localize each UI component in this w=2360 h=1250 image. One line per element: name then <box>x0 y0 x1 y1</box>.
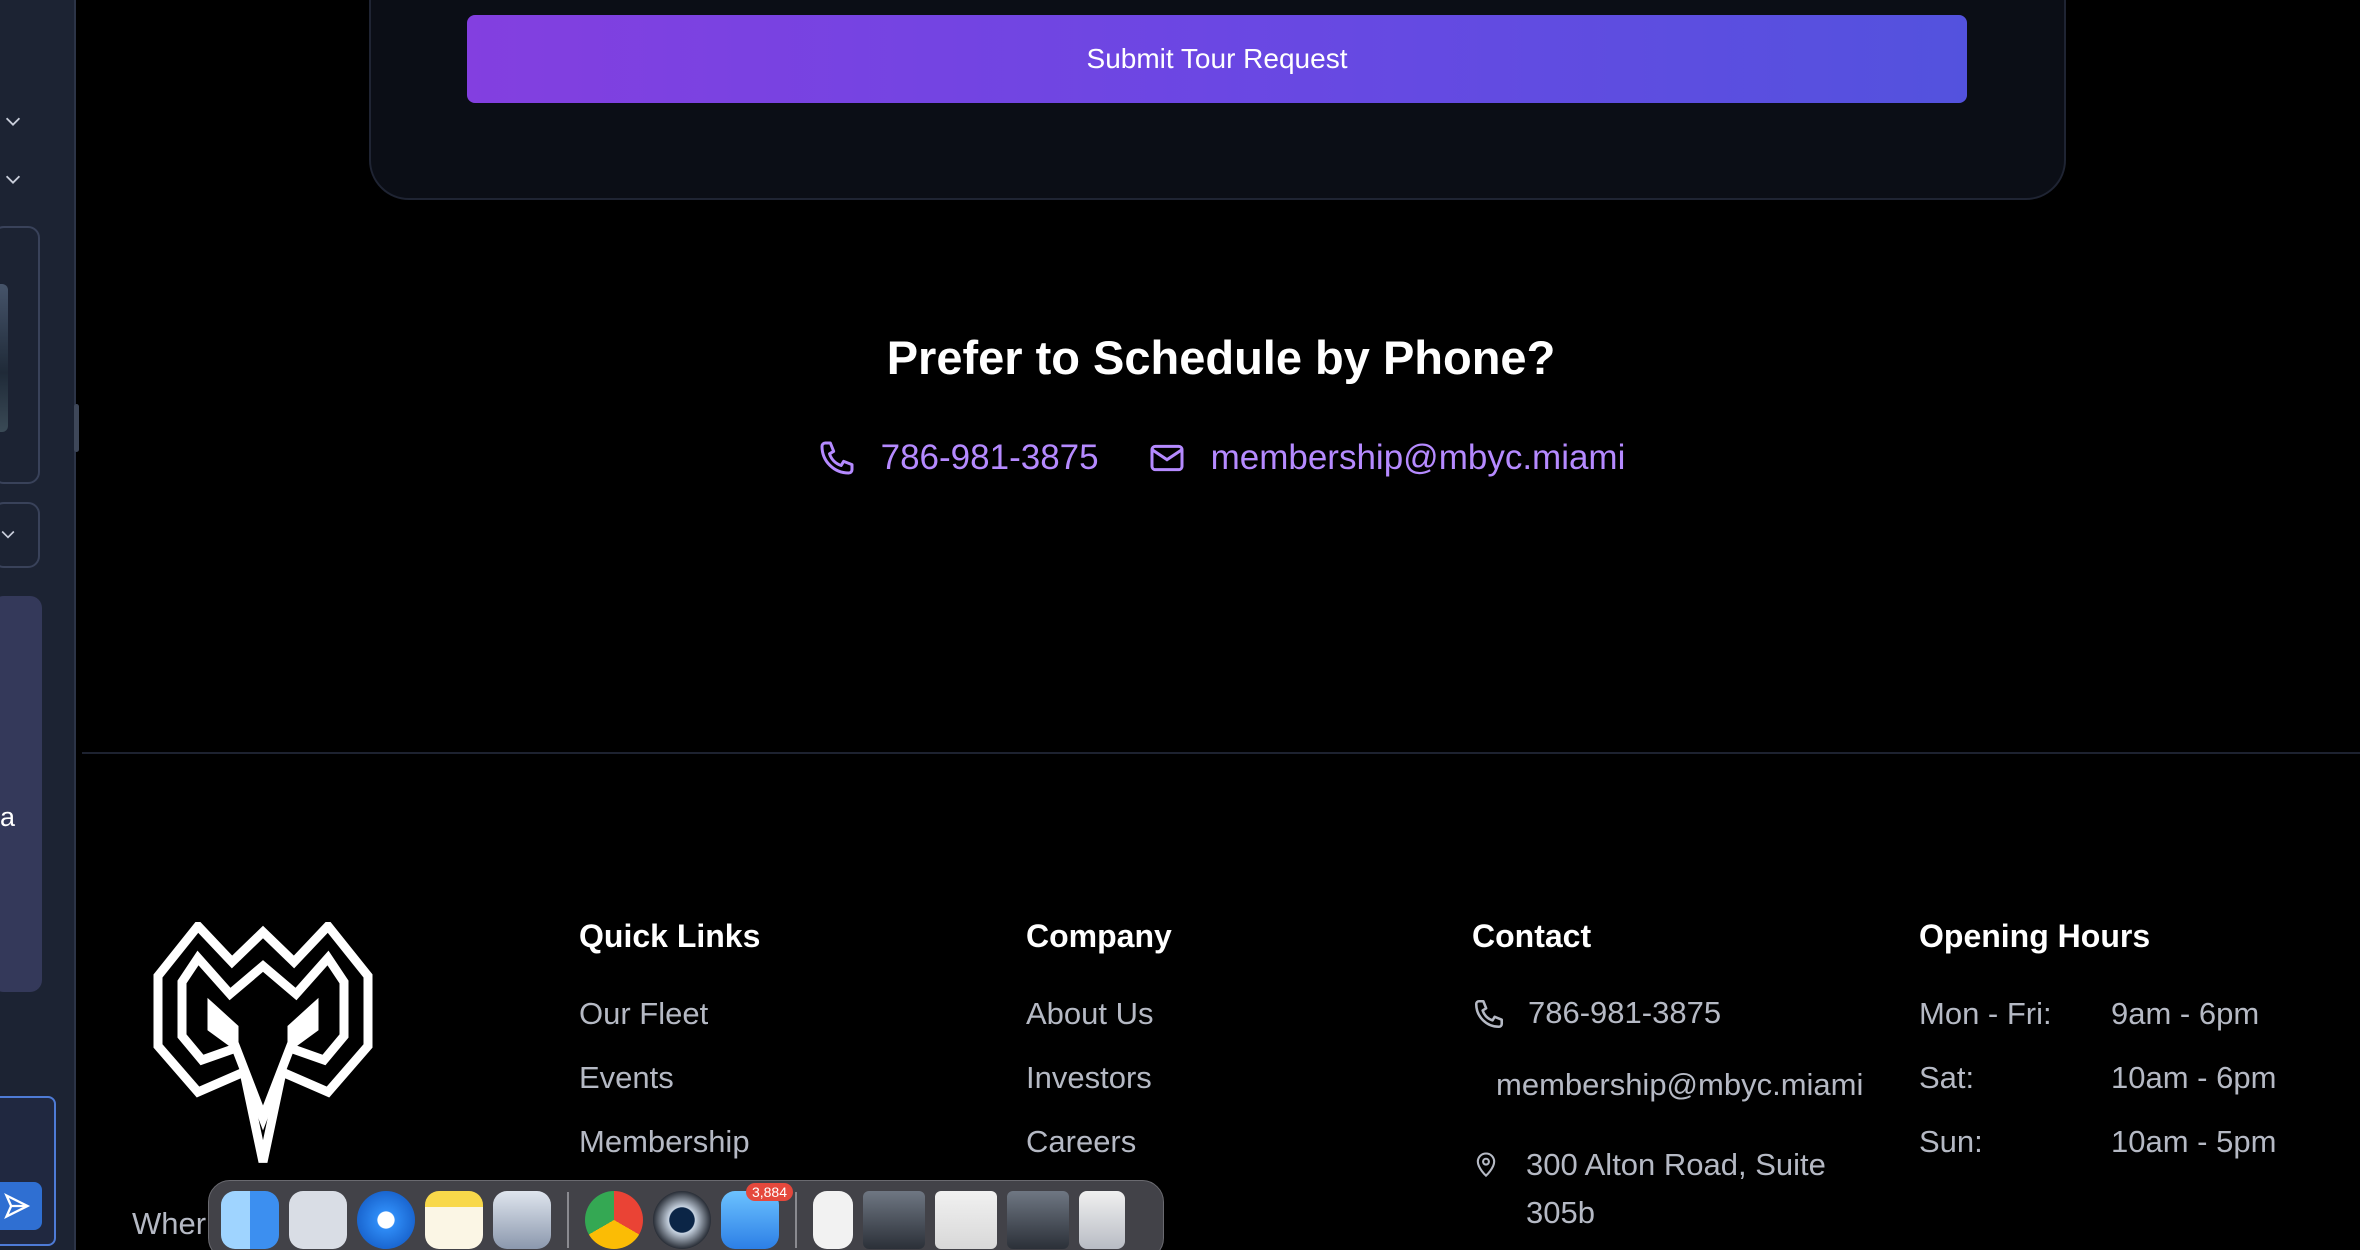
resize-handle[interactable] <box>74 404 79 452</box>
phone-icon <box>1474 999 1504 1029</box>
mail-badge: 3,884 <box>745 1183 793 1201</box>
hours-row: Sun: 10am - 5pm <box>1919 1123 2276 1187</box>
notes-icon[interactable] <box>425 1191 483 1249</box>
mail-icon[interactable]: 3,884 <box>721 1183 793 1249</box>
chevron-down-icon <box>1 530 15 539</box>
quick-links-column: Quick Links Our Fleet Events Membership <box>579 918 760 1187</box>
send-button[interactable] <box>0 1182 42 1230</box>
email-address: membership@mbyc.miami <box>1210 438 1626 477</box>
document-icon[interactable] <box>813 1191 853 1249</box>
tile-text: a <box>0 802 16 832</box>
opening-hours-heading: Opening Hours <box>1919 918 2151 954</box>
company-column: Company About Us Investors Careers <box>1026 918 1172 1187</box>
phone-icon <box>820 441 854 475</box>
chevron-down-icon[interactable] <box>2 168 24 190</box>
phone-number: 786-981-3875 <box>880 438 1099 477</box>
side-panel: a <box>0 0 76 1250</box>
map-pin-icon <box>1476 1152 1496 1178</box>
dock-separator <box>795 1192 797 1248</box>
hours-row: Sat: 10am - 6pm <box>1919 1059 2276 1123</box>
window-thumbnail-icon[interactable] <box>935 1191 997 1249</box>
macos-dock: 3,884 <box>208 1180 1164 1250</box>
truncated-footer-text: Wher <box>132 1206 207 1241</box>
hours-day: Sat: <box>1919 1060 1975 1095</box>
launchpad-icon[interactable] <box>289 1191 347 1249</box>
dock-separator <box>567 1192 569 1248</box>
footer-email-address: membership@mbyc.miami <box>1496 1067 1864 1102</box>
window-thumbnail-icon[interactable] <box>1007 1191 1069 1249</box>
mail-icon <box>1150 444 1184 472</box>
footer-phone[interactable]: 786-981-3875 <box>1472 995 1863 1067</box>
phone-link[interactable]: 786-981-3875 <box>817 438 1099 478</box>
finder-icon[interactable] <box>221 1191 279 1249</box>
send-icon <box>4 1193 31 1219</box>
hours-time: 9am - 6pm <box>2111 996 2260 1031</box>
side-message-tile: a <box>0 596 42 992</box>
footer-link-membership[interactable]: Membership <box>579 1123 760 1187</box>
side-image-card[interactable] <box>0 226 40 484</box>
mbyc-logo-icon[interactable] <box>152 922 374 1166</box>
hours-row: Mon - Fri: 9am - 6pm <box>1919 995 2276 1059</box>
quick-links-heading: Quick Links <box>579 918 761 954</box>
contact-heading: Contact <box>1472 918 1592 954</box>
contact-column: Contact 786-981-3875 membership@mbyc.mia… <box>1472 918 1863 1237</box>
footer-link-events[interactable]: Events <box>579 1059 760 1123</box>
side-dropdown[interactable] <box>0 502 40 568</box>
image-thumbnail <box>0 284 8 432</box>
email-link[interactable]: membership@mbyc.miami <box>1147 438 1626 478</box>
opening-hours-column: Opening Hours Mon - Fri: 9am - 6pm Sat: … <box>1919 918 2276 1187</box>
hours-day: Sun: <box>1919 1124 1983 1159</box>
footer-address: 300 Alton Road, Suite 305b <box>1472 1141 1863 1237</box>
safari-icon[interactable] <box>357 1191 415 1249</box>
address-line-2: 305b <box>1526 1195 1595 1230</box>
chevron-down-icon[interactable] <box>2 110 24 132</box>
address-line-1: 300 Alton Road, Suite <box>1526 1147 1826 1182</box>
footer-link-careers[interactable]: Careers <box>1026 1123 1172 1187</box>
window-thumbnail-icon[interactable] <box>863 1191 925 1249</box>
preview-icon[interactable] <box>493 1191 551 1249</box>
submit-tour-request-button[interactable]: Submit Tour Request <box>467 15 1967 103</box>
main-content: Submit Tour Request Prefer to Schedule b… <box>82 0 2360 1250</box>
quicktime-icon[interactable] <box>653 1191 711 1249</box>
footer-link-about-us[interactable]: About Us <box>1026 995 1172 1059</box>
chrome-icon[interactable] <box>585 1191 643 1249</box>
hours-time: 10am - 5pm <box>2111 1124 2277 1159</box>
phone-contact-row: 786-981-3875 membership@mbyc.miami <box>82 438 2360 478</box>
company-heading: Company <box>1026 918 1172 954</box>
phone-section-title: Prefer to Schedule by Phone? <box>886 331 1556 384</box>
footer-link-our-fleet[interactable]: Our Fleet <box>579 995 760 1059</box>
footer-phone-number: 786-981-3875 <box>1528 995 1722 1030</box>
footer-link-investors[interactable]: Investors <box>1026 1059 1172 1123</box>
tour-request-form: Submit Tour Request <box>369 0 2066 200</box>
trash-icon[interactable] <box>1079 1191 1125 1249</box>
hours-time: 10am - 6pm <box>2111 1060 2277 1095</box>
footer-divider <box>82 752 2360 754</box>
hours-day: Mon - Fri: <box>1919 996 2052 1031</box>
footer-email[interactable]: membership@mbyc.miami <box>1472 1067 1863 1141</box>
